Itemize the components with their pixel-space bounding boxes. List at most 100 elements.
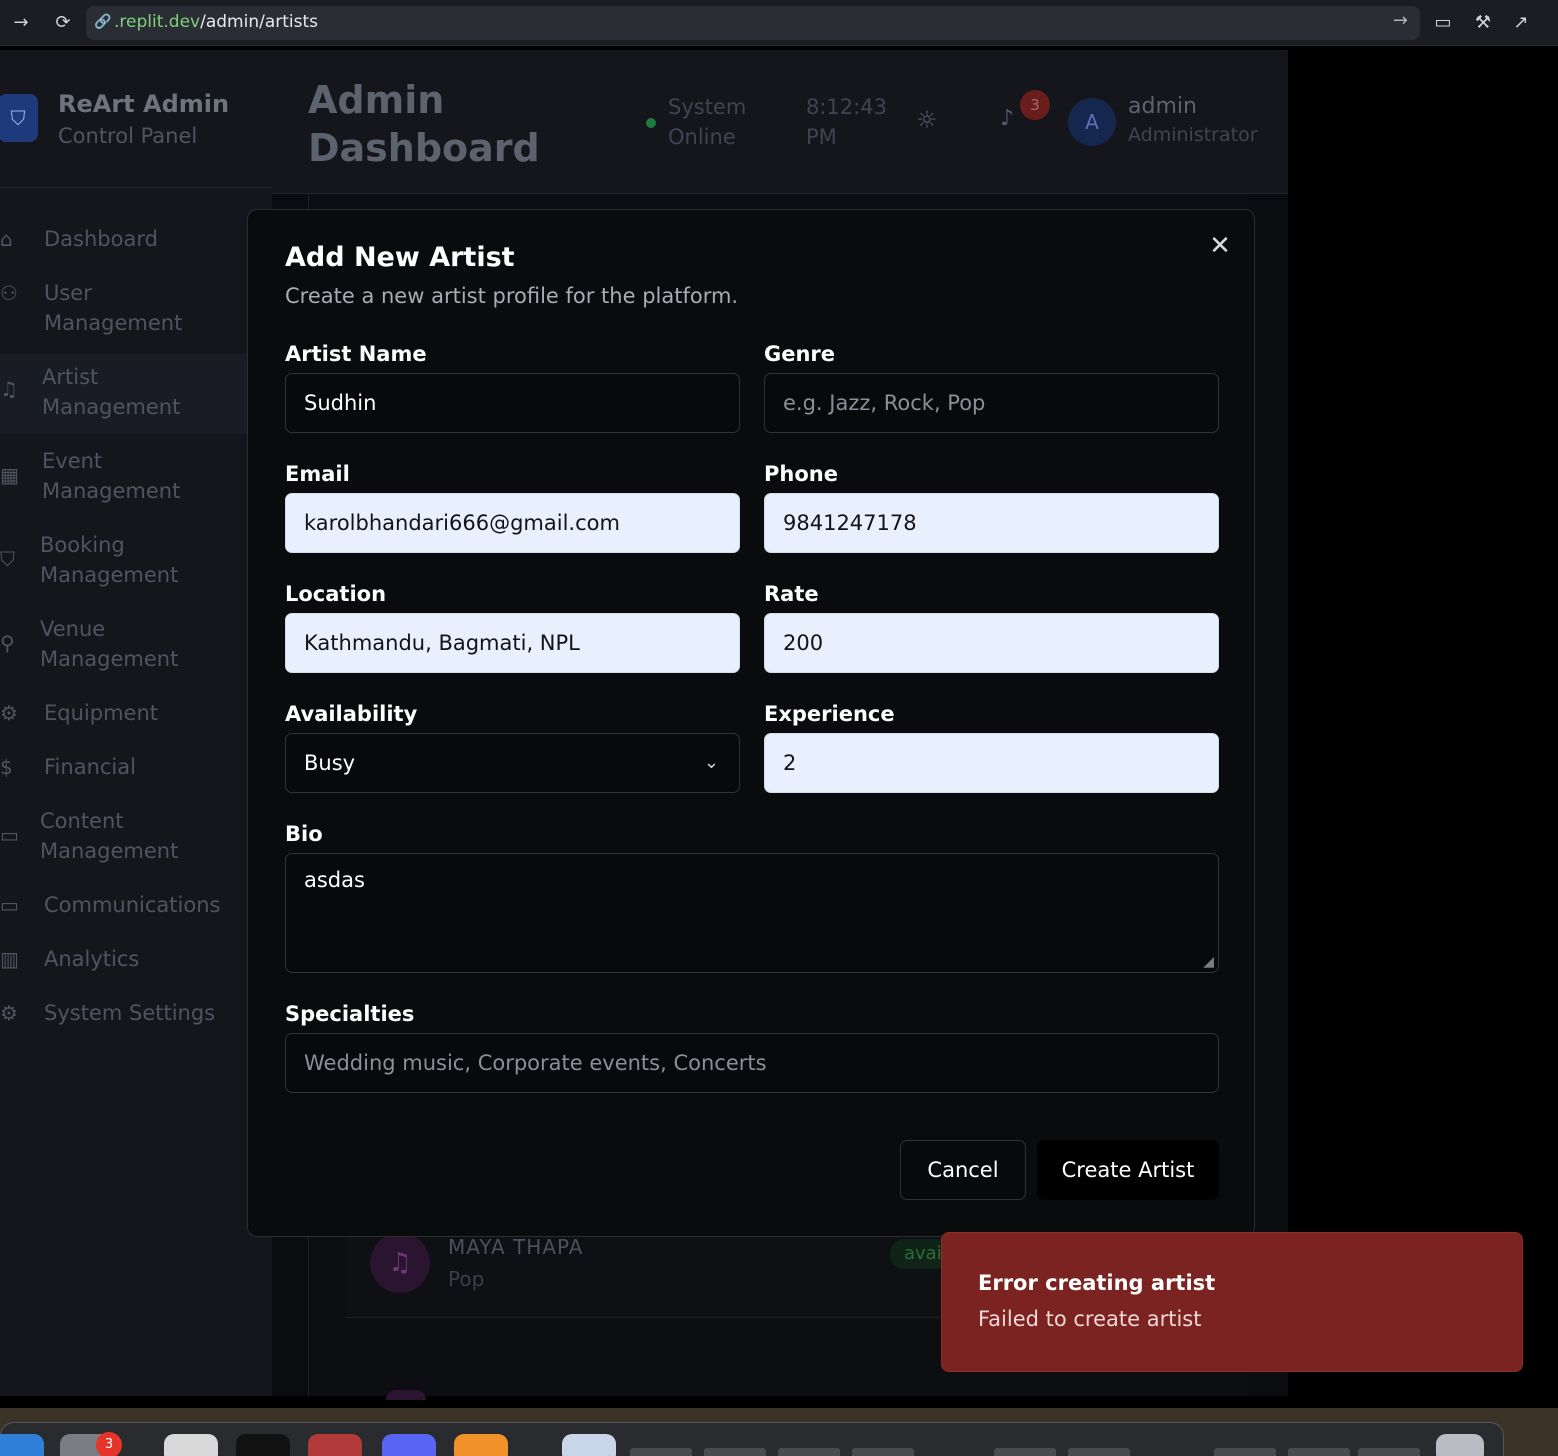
- dollar-icon: $: [0, 755, 13, 779]
- next-row-avatar: [386, 1390, 426, 1400]
- experience-field[interactable]: 2: [764, 733, 1219, 793]
- window-thumbnail[interactable]: [994, 1448, 1056, 1456]
- window-thumbnail[interactable]: [1358, 1448, 1420, 1456]
- avatar[interactable]: A: [1068, 98, 1116, 146]
- clock: 8:12:43 PM: [806, 95, 887, 149]
- bar-chart-icon: ▥: [0, 947, 19, 971]
- bell-icon[interactable]: ♪: [1000, 106, 1014, 131]
- preview-app-icon[interactable]: [562, 1434, 616, 1456]
- rate-field[interactable]: 200: [764, 613, 1219, 673]
- message-icon: ▭: [0, 823, 19, 847]
- bio-textarea[interactable]: asdas ◢: [285, 853, 1219, 973]
- chrome-app-icon[interactable]: [164, 1434, 218, 1456]
- specialties-input[interactable]: Wedding music, Corporate events, Concert…: [285, 1033, 1219, 1093]
- genre-label: Genre: [764, 342, 836, 366]
- forward-icon[interactable]: →: [8, 10, 34, 36]
- email-label: Email: [285, 462, 350, 486]
- availability-select[interactable]: Busy ⌄: [285, 733, 740, 793]
- settings-icon: ⚙: [0, 1001, 18, 1025]
- sidebar-item-label: Booking Management: [40, 533, 179, 587]
- window-thumbnail[interactable]: [704, 1448, 766, 1456]
- home-icon: ⌂: [0, 227, 13, 251]
- bio-label: Bio: [285, 822, 323, 846]
- error-toast[interactable]: Error creating artist Failed to create a…: [941, 1232, 1523, 1372]
- add-artist-dialog: ✕ Add New Artist Create a new artist pro…: [247, 209, 1255, 1237]
- sidebar-item-label: Dashboard: [44, 227, 158, 251]
- close-icon[interactable]: ✕: [1206, 232, 1234, 260]
- bio-value: asdas: [304, 868, 365, 892]
- user-role: Administrator: [1128, 124, 1258, 146]
- go-arrow-icon[interactable]: →: [1393, 10, 1408, 31]
- window-thumbnail[interactable]: [852, 1448, 914, 1456]
- status-dot: [646, 118, 656, 128]
- sidebar-item-label: Artist Management: [42, 365, 181, 419]
- users-icon: ⚇: [0, 281, 18, 305]
- trash-icon[interactable]: [1436, 1434, 1484, 1456]
- window-thumbnail[interactable]: [778, 1448, 840, 1456]
- toast-description: Failed to create artist: [978, 1307, 1202, 1331]
- music-icon: ♫: [370, 1233, 430, 1293]
- sidebar-item-label: Event Management: [42, 449, 181, 503]
- chevron-down-icon: ⌄: [703, 752, 719, 773]
- sidebar-item-label: System Settings: [44, 1001, 216, 1025]
- phone-field[interactable]: 9841247178: [764, 493, 1219, 553]
- specialties-placeholder: Wedding music, Corporate events, Concert…: [304, 1051, 767, 1075]
- cancel-button[interactable]: Cancel: [900, 1140, 1026, 1200]
- address-bar[interactable]: 🔗 .replit.dev/admin/artists →: [86, 6, 1420, 40]
- sidebar-item-label: Content Management: [40, 809, 179, 863]
- location-field[interactable]: Kathmandu, Bagmati, NPL: [285, 613, 740, 673]
- dialog-description: Create a new artist profile for the plat…: [285, 284, 739, 308]
- window-thumbnail[interactable]: [1068, 1448, 1130, 1456]
- calendar-icon: ▦: [0, 463, 19, 487]
- link-icon: 🔗: [94, 14, 112, 30]
- map-pin-icon: ⚲: [0, 631, 15, 655]
- genre-input[interactable]: e.g. Jazz, Rock, Pop: [764, 373, 1219, 433]
- phone-label: Phone: [764, 462, 838, 486]
- app-icon[interactable]: [454, 1434, 508, 1456]
- sidebar-item-label: Financial: [44, 755, 136, 779]
- window-thumbnail[interactable]: [1288, 1448, 1350, 1456]
- availability-label: Availability: [285, 702, 418, 726]
- brand-title: ReArt Admin: [58, 90, 230, 118]
- monitor-icon[interactable]: ▭: [1430, 10, 1456, 36]
- shield-icon: ⛉: [0, 547, 15, 571]
- sidebar-item-label: Venue Management: [40, 617, 179, 671]
- artist-name: MAYA THAPA: [448, 1235, 584, 1259]
- window-thumbnail[interactable]: [630, 1448, 692, 1456]
- dock: 3: [0, 1408, 1558, 1456]
- user-name: admin: [1128, 94, 1197, 119]
- sidebar-item-label: User Management: [44, 281, 183, 335]
- experience-label: Experience: [764, 702, 895, 726]
- artist-name-input[interactable]: Sudhin: [285, 373, 740, 433]
- sun-icon[interactable]: ☼: [916, 106, 938, 134]
- sidebar-item-artist-management[interactable]: ♫ Artist Management: [0, 354, 250, 434]
- app-icon[interactable]: [236, 1434, 290, 1456]
- dialog-title: Add New Artist: [285, 242, 515, 273]
- email-field[interactable]: karolbhandari666@gmail.com: [285, 493, 740, 553]
- availability-value: Busy: [304, 751, 356, 775]
- wrench-icon[interactable]: ⚒: [1470, 10, 1496, 36]
- sidebar-item-label: Communications: [44, 893, 221, 917]
- genre-placeholder: e.g. Jazz, Rock, Pop: [783, 391, 986, 415]
- artist-genre: Pop: [448, 1267, 485, 1291]
- toast-title: Error creating artist: [978, 1271, 1216, 1295]
- location-label: Location: [285, 582, 387, 606]
- url-text: .replit.dev/admin/artists: [114, 12, 319, 32]
- app-icon[interactable]: [308, 1434, 362, 1456]
- resize-handle-icon[interactable]: ◢: [1203, 954, 1214, 970]
- external-link-icon[interactable]: ↗: [1508, 10, 1534, 36]
- shield-logo-icon: ⛉: [0, 94, 38, 142]
- page-title: Admin Dashboard: [308, 78, 540, 170]
- sidebar: ⛉ ReArt Admin Control Panel ⌂ Dashboard …: [0, 50, 272, 1396]
- create-artist-button[interactable]: Create Artist: [1037, 1140, 1219, 1200]
- window-thumbnail[interactable]: [1214, 1448, 1276, 1456]
- reload-icon[interactable]: ⟳: [50, 10, 76, 36]
- specialties-label: Specialties: [285, 1002, 415, 1026]
- discord-app-icon[interactable]: [382, 1434, 436, 1456]
- rate-label: Rate: [764, 582, 819, 606]
- notification-badge: 3: [1020, 90, 1050, 120]
- sidebar-item-label: Equipment: [44, 701, 158, 725]
- top-header: Admin Dashboard System Online 8:12:43 PM…: [272, 50, 1288, 194]
- brand-subtitle: Control Panel: [58, 124, 198, 148]
- app-icon[interactable]: [0, 1434, 44, 1456]
